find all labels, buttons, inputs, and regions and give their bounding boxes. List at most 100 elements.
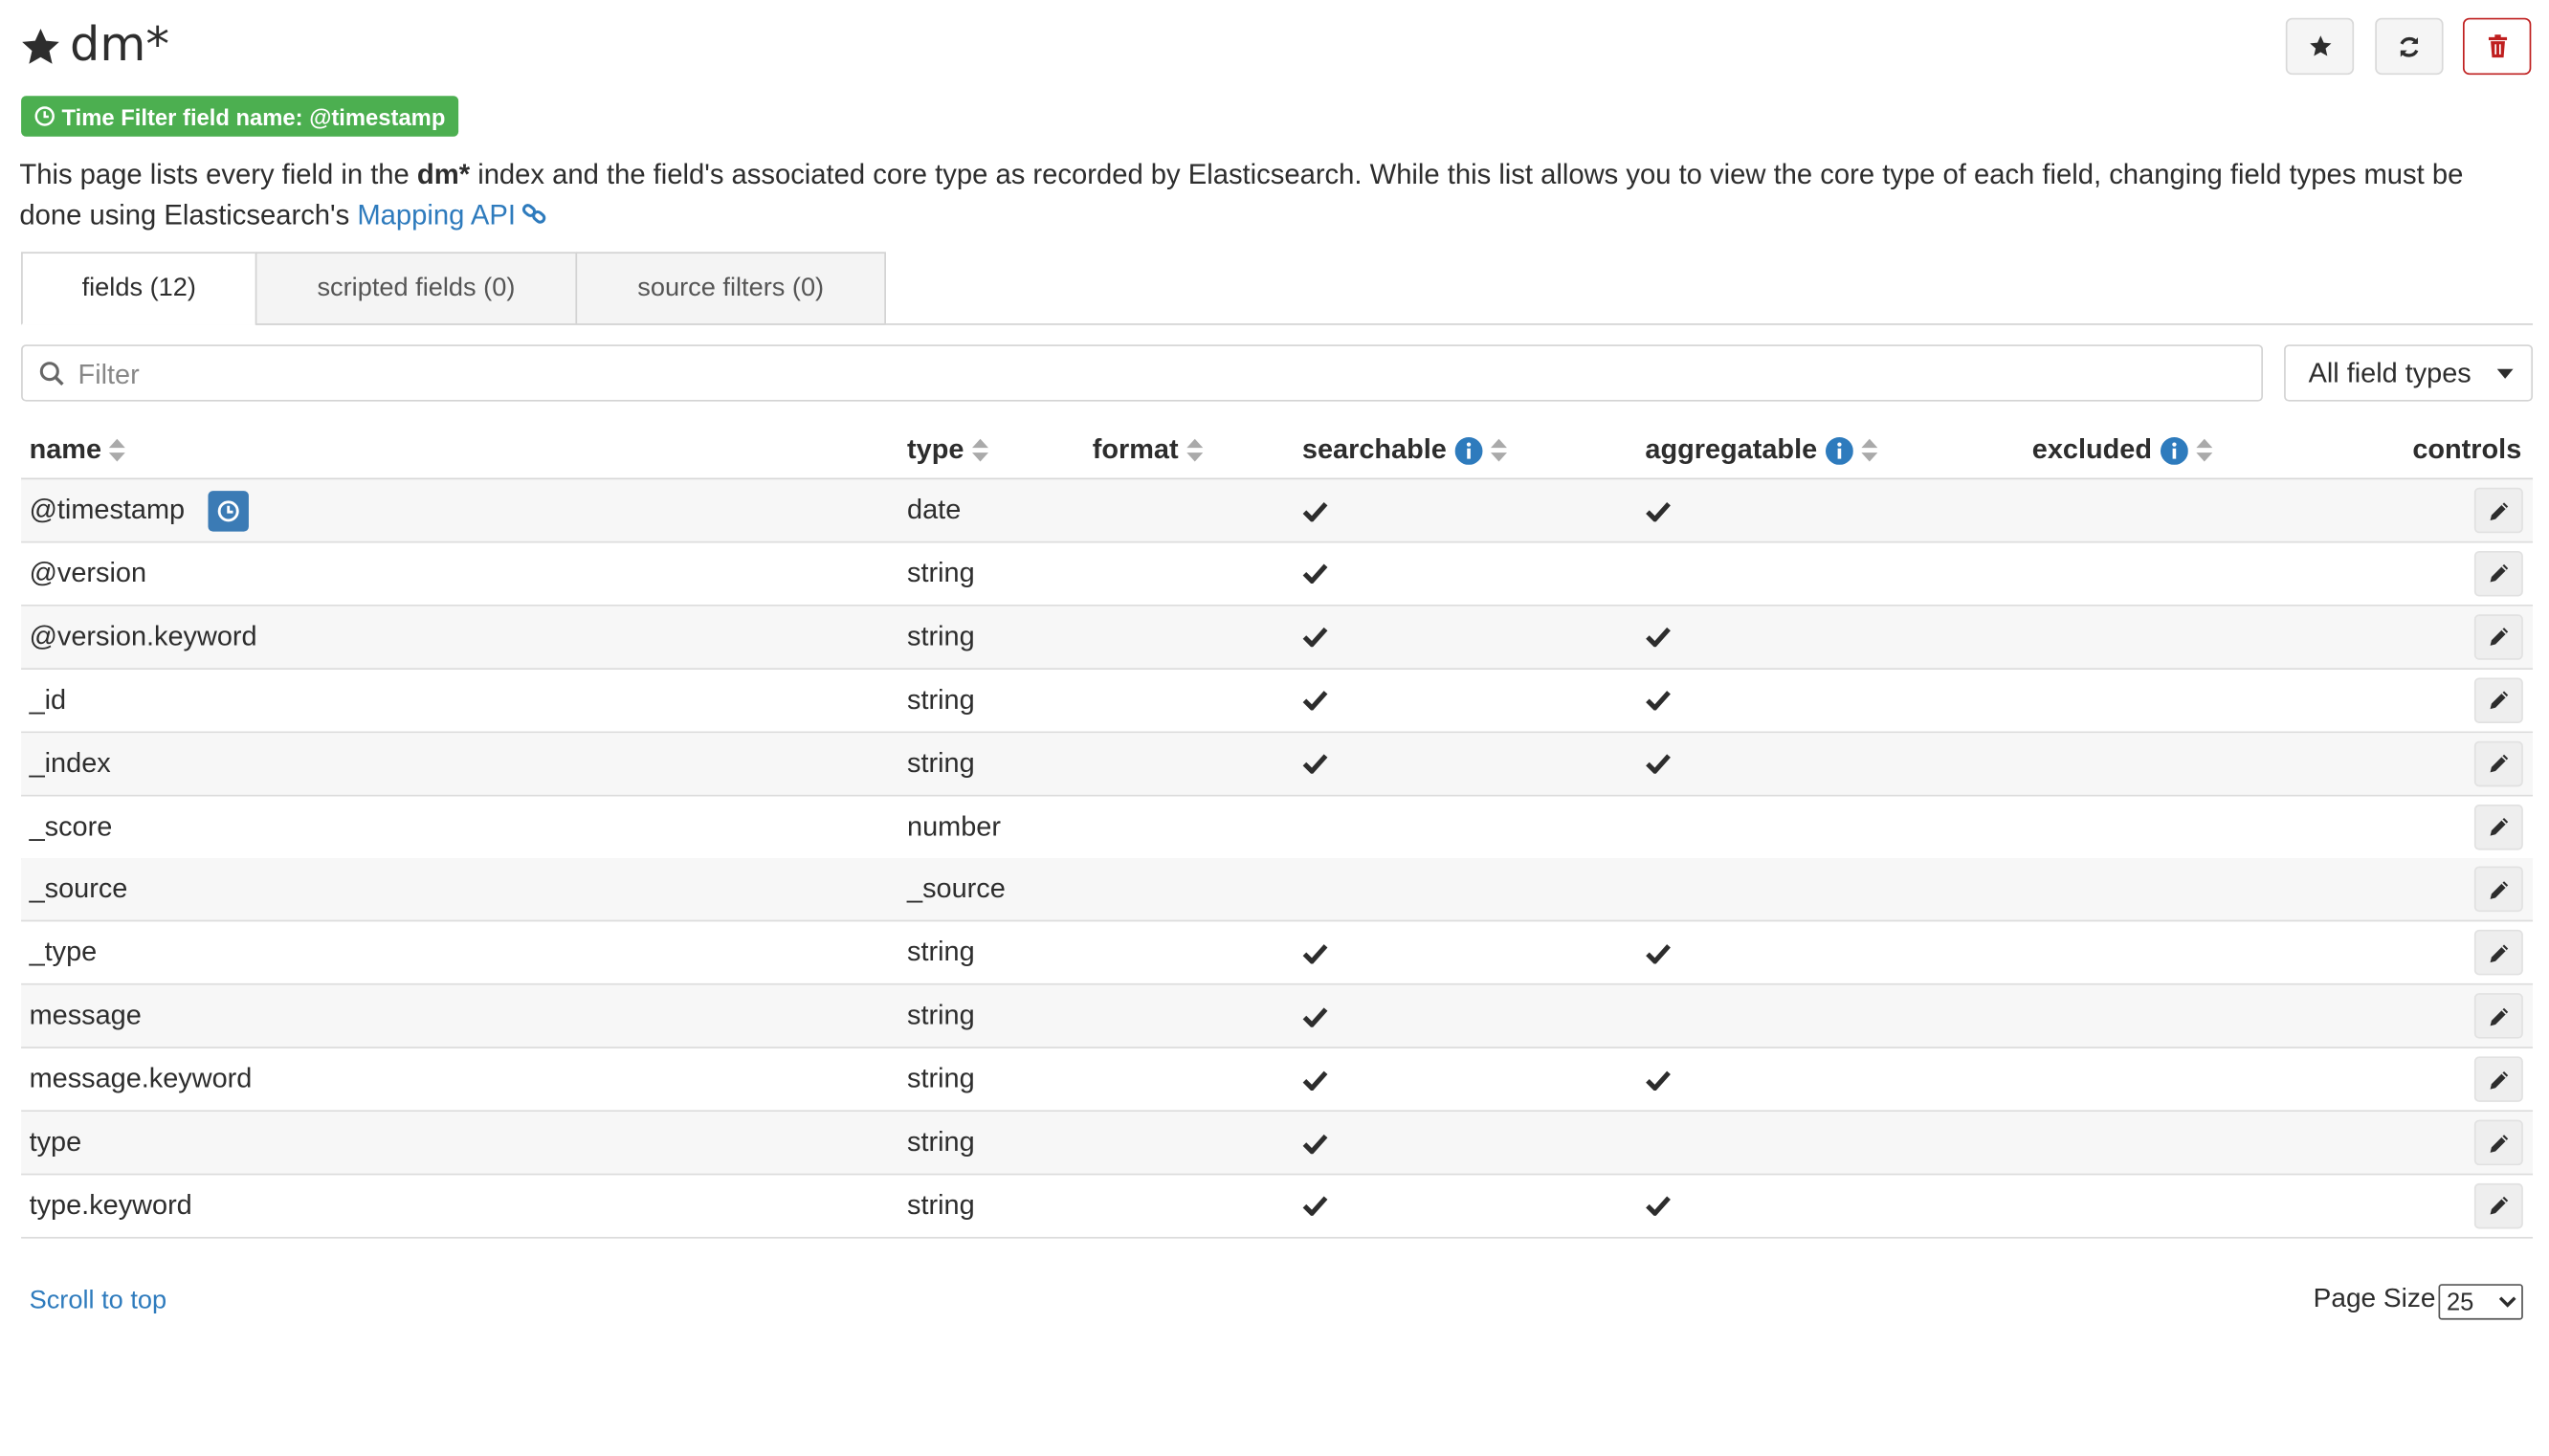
page-size-value: 25 — [2446, 1288, 2474, 1316]
column-header-searchable[interactable]: searchable — [1302, 432, 1507, 468]
searchable-check-icon — [1302, 922, 1328, 984]
field-name: type — [29, 1126, 82, 1158]
pencil-icon — [2488, 753, 2509, 774]
pencil-icon — [2488, 1132, 2509, 1153]
sort-icon — [2195, 438, 2212, 462]
filter-box — [21, 344, 2264, 402]
page-size-label: Page Size — [2313, 1284, 2436, 1313]
favorite-button[interactable] — [2285, 17, 2355, 76]
pencil-icon — [2488, 816, 2509, 837]
table-row: type.keyword string — [21, 1175, 2534, 1239]
aggregatable-check-icon — [1645, 733, 1671, 795]
field-type: string — [907, 746, 975, 779]
searchable-check-icon — [1302, 1112, 1328, 1174]
pencil-icon — [2488, 1195, 2509, 1216]
link-icon — [522, 204, 546, 224]
searchable-check-icon — [1302, 669, 1328, 731]
edit-field-button[interactable] — [2473, 804, 2523, 849]
page-description: This page lists every field in the dm* i… — [19, 157, 2464, 232]
edit-field-button[interactable] — [2473, 867, 2523, 913]
edit-field-button[interactable] — [2473, 1182, 2523, 1229]
searchable-check-icon — [1302, 733, 1328, 795]
pencil-icon — [2488, 1069, 2509, 1090]
field-name: @version.keyword — [29, 620, 257, 651]
sort-icon — [971, 438, 988, 462]
edit-field-button[interactable] — [2473, 930, 2523, 976]
filter-input[interactable] — [75, 356, 2228, 395]
column-header-format[interactable]: format — [1093, 432, 1204, 468]
mapping-api-link[interactable]: Mapping API — [357, 198, 516, 231]
field-name-cell: _score — [30, 796, 113, 858]
sort-icon — [109, 438, 126, 462]
delete-button[interactable] — [2462, 17, 2532, 76]
time-filter-badge: Time Filter field name: @timestamp — [21, 96, 458, 137]
column-header-aggregatable[interactable]: aggregatable — [1645, 432, 1878, 468]
index-pattern-name: dm* — [416, 157, 471, 190]
trash-icon — [2488, 34, 2507, 58]
field-name-cell: message.keyword — [30, 1048, 253, 1111]
sort-icon — [1186, 438, 1204, 462]
tab-scripted-fields[interactable]: scripted fields (0) — [255, 252, 578, 325]
searchable-check-icon — [1302, 606, 1328, 668]
searchable-check-icon — [1302, 1175, 1328, 1237]
edit-field-button[interactable] — [2473, 487, 2523, 534]
tab-source-filters[interactable]: source filters (0) — [575, 252, 886, 325]
field-type-select[interactable]: All field types — [2284, 344, 2534, 402]
table-row: _source _source — [21, 858, 2534, 922]
edit-field-button[interactable] — [2473, 550, 2523, 597]
field-type: string — [907, 557, 975, 588]
field-name: _source — [29, 873, 128, 905]
field-name-cell: _source — [30, 859, 128, 921]
refresh-button[interactable] — [2375, 17, 2444, 76]
searchable-check-icon — [1302, 985, 1328, 1048]
tab-fields[interactable]: fields (12) — [21, 252, 257, 325]
edit-field-button[interactable] — [2473, 613, 2523, 660]
column-header-name[interactable]: name — [30, 432, 126, 468]
table-row: @version string — [21, 542, 2534, 607]
field-type: string — [907, 1000, 975, 1031]
field-name-cell: type — [30, 1112, 82, 1174]
edit-field-button[interactable] — [2473, 1119, 2523, 1166]
edit-field-button[interactable] — [2473, 1056, 2523, 1103]
field-name: message.keyword — [29, 1063, 253, 1094]
clock-icon — [207, 490, 249, 531]
field-type: string — [907, 1063, 975, 1094]
edit-field-button[interactable] — [2473, 740, 2523, 786]
info-icon[interactable] — [1825, 436, 1853, 465]
edit-field-button[interactable] — [2473, 676, 2523, 723]
column-header-type[interactable]: type — [907, 432, 988, 468]
table-row: message.keyword string — [21, 1048, 2534, 1113]
field-type: string — [907, 1189, 975, 1221]
field-name: @version — [29, 557, 147, 588]
info-icon[interactable] — [2160, 436, 2188, 465]
pencil-icon — [2488, 563, 2509, 585]
table-row: type string — [21, 1112, 2534, 1176]
table-row: _score number — [21, 796, 2534, 859]
aggregatable-check-icon — [1645, 922, 1671, 984]
column-header-controls: controls — [2412, 433, 2522, 465]
refresh-icon — [2400, 36, 2419, 56]
field-name: @timestamp — [29, 494, 186, 525]
table-row: @version.keyword string — [21, 606, 2534, 670]
info-icon[interactable] — [1454, 436, 1483, 465]
field-name: type.keyword — [29, 1189, 192, 1221]
page-size-select[interactable]: 25 — [2438, 1284, 2523, 1320]
pencil-icon — [2488, 690, 2509, 711]
edit-field-button[interactable] — [2473, 993, 2523, 1039]
pencil-icon — [2488, 1005, 2509, 1026]
field-type: date — [907, 494, 962, 525]
field-name: message — [29, 1000, 142, 1031]
field-name-cell: _index — [30, 733, 111, 795]
scroll-to-top-link[interactable]: Scroll to top — [30, 1288, 167, 1317]
field-name: _id — [29, 683, 67, 716]
field-type: string — [907, 620, 975, 651]
table-row: @timestamp date — [21, 479, 2534, 543]
field-name-cell: _id — [30, 669, 67, 731]
aggregatable-check-icon — [1645, 479, 1671, 541]
search-icon — [39, 362, 64, 386]
field-name: _type — [29, 937, 98, 968]
field-name-cell: @version.keyword — [30, 606, 257, 668]
column-header-excluded[interactable]: excluded — [2032, 432, 2212, 468]
aggregatable-check-icon — [1645, 1048, 1671, 1111]
table-row: _type string — [21, 922, 2534, 986]
